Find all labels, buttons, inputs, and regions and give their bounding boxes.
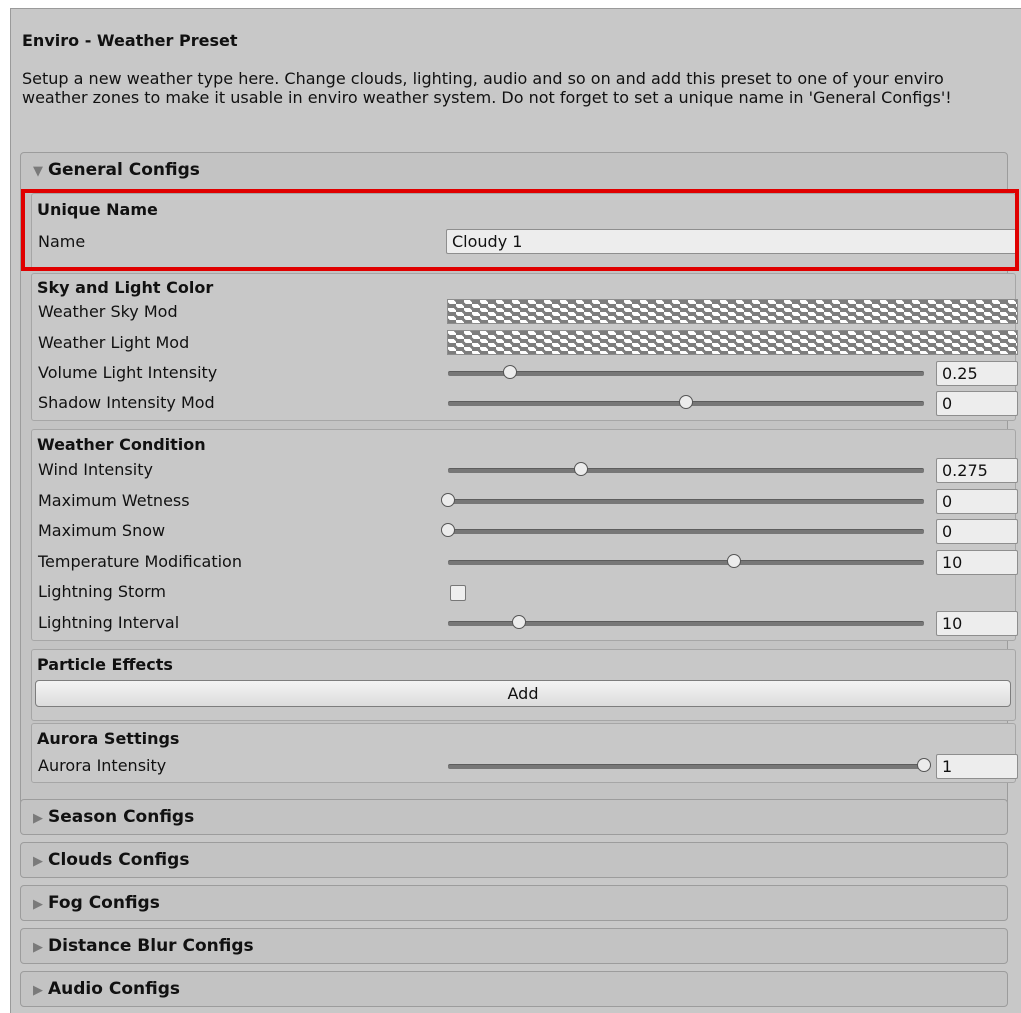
- volume-light-field[interactable]: 0.25: [936, 361, 1018, 386]
- temperature-mod-slider-thumb[interactable]: [726, 554, 741, 568]
- highlight-box: [21, 189, 1019, 271]
- particle-effects-section: Particle Effects Add: [31, 649, 1016, 721]
- general-configs-header[interactable]: ▼ General Configs: [21, 153, 1007, 187]
- fog-configs-label: Fog Configs: [48, 893, 160, 913]
- aurora-intensity-label: Aurora Intensity: [38, 756, 167, 775]
- wind-intensity-label: Wind Intensity: [38, 460, 153, 479]
- volume-light-slider[interactable]: [448, 371, 924, 376]
- season-configs-foldout[interactable]: ▶ Season Configs: [20, 799, 1008, 835]
- max-snow-field[interactable]: 0: [936, 519, 1018, 544]
- lightning-interval-field[interactable]: 10: [936, 611, 1018, 636]
- sky-light-title: Sky and Light Color: [37, 278, 214, 297]
- inspector-description: Setup a new weather type here. Change cl…: [22, 69, 952, 107]
- chevron-right-icon: ▶: [33, 854, 43, 869]
- lightning-storm-checkbox[interactable]: [450, 585, 466, 601]
- max-wetness-slider-thumb[interactable]: [441, 493, 455, 507]
- temperature-mod-field[interactable]: 10: [936, 550, 1018, 575]
- sky-light-section: Sky and Light Color Weather Sky Mod Weat…: [31, 273, 1018, 421]
- temperature-mod-slider[interactable]: [448, 560, 924, 565]
- chevron-down-icon: ▼: [33, 164, 43, 179]
- volume-light-label: Volume Light Intensity: [38, 363, 218, 382]
- chevron-right-icon: ▶: [33, 811, 43, 826]
- aurora-intensity-slider-thumb[interactable]: [917, 758, 931, 772]
- distance-blur-configs-label: Distance Blur Configs: [48, 936, 254, 956]
- chevron-right-icon: ▶: [33, 940, 43, 955]
- light-mod-label: Weather Light Mod: [38, 333, 190, 352]
- fog-configs-header[interactable]: ▶ Fog Configs: [21, 886, 1007, 920]
- shadow-intensity-slider-thumb[interactable]: [679, 395, 693, 409]
- fog-configs-foldout[interactable]: ▶ Fog Configs: [20, 885, 1008, 921]
- sky-mod-label: Weather Sky Mod: [38, 302, 178, 321]
- weather-condition-title: Weather Condition: [37, 435, 206, 454]
- wind-intensity-slider-thumb[interactable]: [574, 462, 589, 476]
- shadow-intensity-label: Shadow Intensity Mod: [38, 393, 215, 412]
- lightning-storm-label: Lightning Storm: [38, 582, 166, 601]
- lightning-interval-slider-thumb[interactable]: [512, 615, 527, 629]
- audio-configs-header[interactable]: ▶ Audio Configs: [21, 972, 1007, 1006]
- aurora-intensity-field[interactable]: 1: [936, 754, 1018, 779]
- weather-condition-section: Weather Condition Wind Intensity 0.275 M…: [31, 429, 1018, 641]
- wind-intensity-field[interactable]: 0.275: [936, 458, 1018, 483]
- light-mod-color-field[interactable]: [447, 330, 1018, 355]
- audio-configs-label: Audio Configs: [48, 979, 180, 999]
- sky-mod-color-field[interactable]: [447, 299, 1018, 324]
- clouds-configs-label: Clouds Configs: [48, 850, 190, 870]
- chevron-right-icon: ▶: [33, 983, 43, 998]
- max-wetness-label: Maximum Wetness: [38, 491, 190, 510]
- aurora-intensity-slider[interactable]: [448, 764, 924, 769]
- particle-effects-title: Particle Effects: [37, 655, 173, 674]
- aurora-settings-title: Aurora Settings: [37, 729, 180, 748]
- clouds-configs-foldout[interactable]: ▶ Clouds Configs: [20, 842, 1008, 878]
- general-configs-label: General Configs: [48, 160, 200, 180]
- season-configs-header[interactable]: ▶ Season Configs: [21, 800, 1007, 834]
- audio-configs-foldout[interactable]: ▶ Audio Configs: [20, 971, 1008, 1007]
- clouds-configs-header[interactable]: ▶ Clouds Configs: [21, 843, 1007, 877]
- season-configs-label: Season Configs: [48, 807, 195, 827]
- add-particle-button[interactable]: Add: [35, 680, 1011, 707]
- shadow-intensity-field[interactable]: 0: [936, 391, 1018, 416]
- volume-light-slider-thumb[interactable]: [502, 365, 517, 379]
- distance-blur-configs-foldout[interactable]: ▶ Distance Blur Configs: [20, 928, 1008, 964]
- distance-blur-configs-header[interactable]: ▶ Distance Blur Configs: [21, 929, 1007, 963]
- inspector-title: Enviro - Weather Preset: [22, 31, 238, 50]
- chevron-right-icon: ▶: [33, 897, 43, 912]
- max-snow-slider[interactable]: [448, 529, 924, 534]
- lightning-interval-label: Lightning Interval: [38, 613, 180, 632]
- temperature-mod-label: Temperature Modification: [38, 552, 242, 571]
- aurora-settings-section: Aurora Settings Aurora Intensity 1: [31, 723, 1018, 783]
- wind-intensity-slider[interactable]: [448, 468, 924, 473]
- inspector-panel: Enviro - Weather Preset Setup a new weat…: [10, 8, 1021, 1013]
- max-snow-slider-thumb[interactable]: [441, 523, 455, 537]
- max-wetness-field[interactable]: 0: [936, 489, 1018, 514]
- max-wetness-slider[interactable]: [448, 499, 924, 504]
- max-snow-label: Maximum Snow: [38, 521, 166, 540]
